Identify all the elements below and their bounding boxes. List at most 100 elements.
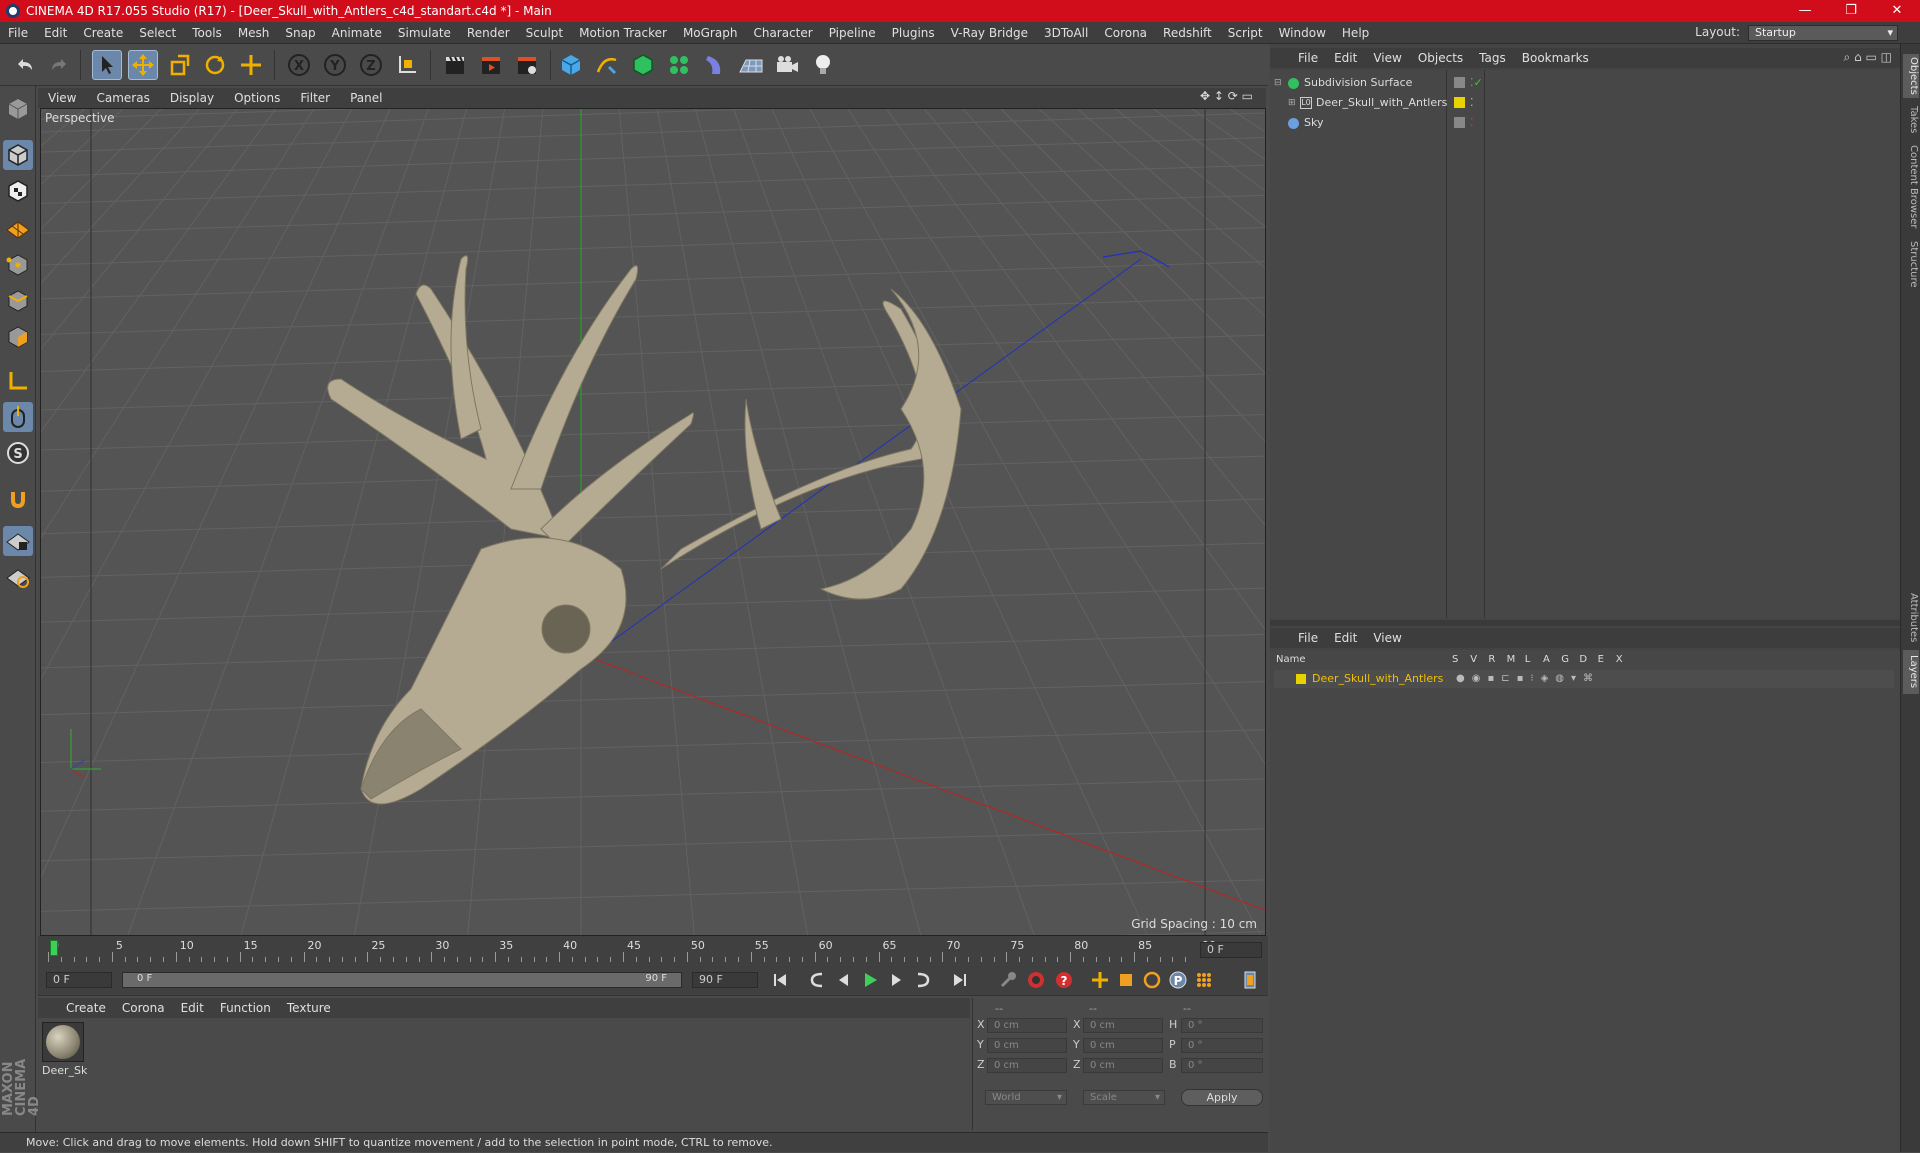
layer-toggle-icons[interactable]: ●◉▪⊏▪⁝◈◍▾⌘ [1456,670,1600,688]
menu-file[interactable]: File [0,26,36,40]
object-menu-bookmarks[interactable]: Bookmarks [1514,51,1597,65]
minimize-button[interactable]: — [1782,0,1828,22]
visibility-dots-icon[interactable]: ⁚ [1470,114,1474,132]
viewport-nav-icons[interactable]: ✥ ↕ ⟳ ▭ [1200,89,1264,107]
menu-script[interactable]: Script [1220,26,1271,40]
timeline-window-button[interactable] [1238,968,1262,992]
solo-button[interactable]: S [3,438,33,468]
tab-layers[interactable]: Layers [1903,650,1919,694]
material-manager[interactable]: Deer_Sk [38,1018,970,1130]
menu-animate[interactable]: Animate [324,26,390,40]
close-button[interactable]: ✕ [1874,0,1920,22]
menu-motion-tracker[interactable]: Motion Tracker [571,26,675,40]
render-to-picture-viewer-button[interactable] [476,50,506,80]
viewport-menu-display[interactable]: Display [160,91,224,105]
add-camera-button[interactable] [772,50,802,80]
layer-tag-icon[interactable] [1454,117,1465,128]
viewport-menu-panel[interactable]: Panel [340,91,392,105]
size-field[interactable]: 0 cm [1083,1018,1163,1033]
menu-redshift[interactable]: Redshift [1155,26,1220,40]
expand-icon[interactable]: ⊞ [1288,94,1296,112]
object-menu-view[interactable]: View [1365,51,1409,65]
layer-column-header[interactable]: V [1470,654,1477,665]
object-menu-objects[interactable]: Objects [1410,51,1471,65]
menu-3dtoall[interactable]: 3DToAll [1036,26,1096,40]
keyframe-selection-button[interactable]: ? [1052,968,1076,992]
menu-render[interactable]: Render [459,26,518,40]
texture-mode-button[interactable] [3,176,33,206]
menu-pipeline[interactable]: Pipeline [821,26,884,40]
rotation-field[interactable]: 0 ° [1181,1038,1263,1053]
rotation-field[interactable]: 0 ° [1181,1018,1263,1033]
key-rotation-button[interactable] [1140,968,1164,992]
rotate-tool-button[interactable] [200,50,230,80]
enable-axis-button[interactable] [3,366,33,396]
menu-window[interactable]: Window [1271,26,1334,40]
model-mode-button[interactable] [3,140,33,170]
undo-button[interactable] [10,50,40,80]
next-frame-button[interactable] [884,968,908,992]
menu-mograph[interactable]: MoGraph [675,26,746,40]
menu-snap[interactable]: Snap [277,26,323,40]
size-field[interactable]: 0 cm [1083,1058,1163,1073]
layer-column-header[interactable]: R [1488,654,1495,665]
render-view-button[interactable] [440,50,470,80]
point-mode-button[interactable] [3,250,33,280]
menu-plugins[interactable]: Plugins [884,26,943,40]
menu-sculpt[interactable]: Sculpt [518,26,571,40]
key-parameter-button[interactable]: P [1166,968,1190,992]
add-deformer-button[interactable] [700,50,730,80]
layer-color-swatch[interactable] [1296,674,1306,684]
recent-tool-button[interactable] [236,50,266,80]
start-frame-field[interactable]: 0 F [46,972,112,988]
menu-corona[interactable]: Corona [1096,26,1155,40]
layer-color-swatch[interactable] [1454,97,1465,108]
visibility-dots-icon[interactable]: ⁚✓ [1470,74,1483,92]
layer-tag-icon[interactable] [1454,77,1465,88]
viewport-menu-cameras[interactable]: Cameras [86,91,159,105]
autokey-button[interactable] [1024,968,1048,992]
viewport-menu-view[interactable]: View [38,91,86,105]
key-pla-button[interactable] [1192,968,1216,992]
layer-menu-file[interactable]: File [1290,631,1326,645]
tab-objects[interactable]: Objects [1903,54,1919,98]
viewport-menu-filter[interactable]: Filter [290,91,340,105]
menu-create[interactable]: Create [75,26,131,40]
add-spline-button[interactable] [592,50,622,80]
current-frame-field[interactable]: 0 F [1200,942,1262,958]
layer-column-header[interactable]: G [1561,654,1569,665]
menu-tools[interactable]: Tools [184,26,230,40]
material-menu-texture[interactable]: Texture [279,1001,339,1015]
material-menu-function[interactable]: Function [212,1001,279,1015]
apply-button[interactable]: Apply [1181,1089,1263,1106]
add-cube-button[interactable] [556,50,586,80]
playhead-marker[interactable] [50,940,58,956]
locked-workplane-button[interactable] [3,562,33,592]
redo-button[interactable] [44,50,74,80]
menu-help[interactable]: Help [1334,26,1377,40]
collapse-icon[interactable]: ⊟ [1274,74,1282,92]
go-to-start-button[interactable] [768,968,792,992]
previous-frame-button[interactable] [832,968,856,992]
record-keys-button[interactable] [996,968,1020,992]
layer-column-header[interactable]: X [1616,654,1623,665]
object-row-sky[interactable]: Sky ⁚ [1274,114,1894,132]
live-selection-button[interactable] [92,50,122,80]
layer-column-header[interactable]: L [1525,654,1531,665]
tab-attributes[interactable]: Attributes [1903,590,1919,646]
restore-button[interactable]: ❐ [1828,0,1874,22]
object-row-subdivision-surface[interactable]: ⊟ Subdivision Surface ⁚✓ [1274,74,1894,92]
play-button[interactable] [858,968,882,992]
go-to-end-button[interactable] [948,968,972,992]
object-row-deer-skull[interactable]: ⊞ L0 Deer_Skull_with_Antlers ⁚ [1274,94,1894,112]
layer-column-header[interactable]: S [1452,654,1458,665]
make-editable-button[interactable] [3,94,33,124]
visibility-dots-icon[interactable]: ⁚ [1470,94,1474,112]
material-menu-edit[interactable]: Edit [173,1001,212,1015]
viewport-menu-options[interactable]: Options [224,91,290,105]
layer-column-header[interactable]: M [1507,654,1516,665]
menu-select[interactable]: Select [131,26,184,40]
layer-menu-edit[interactable]: Edit [1326,631,1365,645]
material-menu-create[interactable]: Create [58,1001,114,1015]
layer-column-header[interactable]: D [1579,654,1587,665]
